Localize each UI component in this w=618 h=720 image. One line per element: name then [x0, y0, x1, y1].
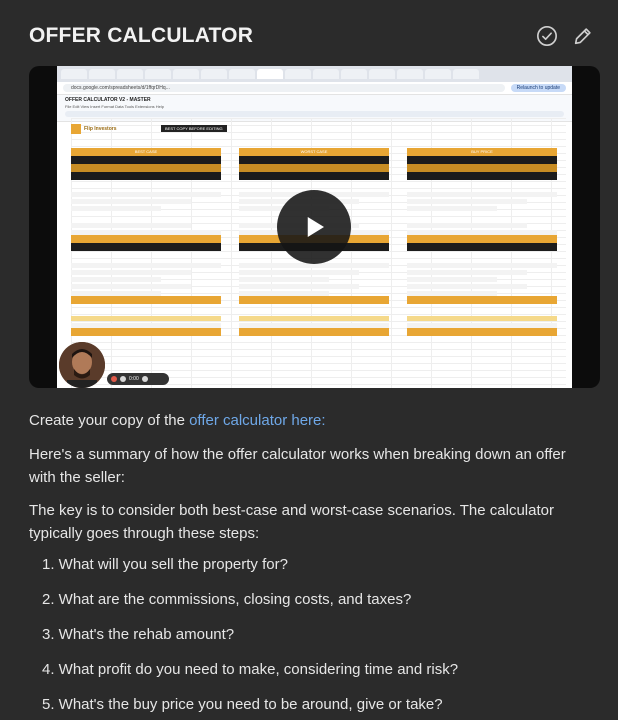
pencil-icon[interactable]: [570, 23, 596, 49]
doc-menus: File Edit View Insert Format Data Tools …: [65, 104, 165, 109]
copy-prefix: Create your copy of the: [29, 412, 190, 429]
column-title: BUY PRICE: [407, 148, 557, 156]
summary-paragraph: Here's a summary of how the offer calcul…: [29, 446, 566, 486]
browser-address-bar: docs.google.com/spreadsheets/d/1ffqrDHq.…: [57, 82, 572, 95]
column-title: WORST CASE: [239, 148, 389, 156]
pause-icon[interactable]: [120, 376, 126, 382]
doc-toolbar: [65, 111, 564, 117]
sheet-column-buy: BUY PRICE: [407, 148, 557, 388]
recording-time: 0:00: [129, 376, 139, 382]
logo-text: Flip Investors: [84, 126, 117, 132]
list-item: 3. What's the rehab amount?: [42, 626, 235, 643]
more-icon[interactable]: [141, 376, 148, 382]
presenter-avatar: [59, 342, 105, 388]
page-header: OFFER CALCULATOR: [29, 20, 596, 52]
check-circle-icon[interactable]: [534, 23, 560, 49]
list-item: 5. What's the buy price you need to be a…: [42, 696, 443, 713]
list-item: 2. What are the commissions, closing cos…: [42, 591, 412, 608]
relaunch-pill: Relaunch to update: [510, 84, 566, 92]
copy-paragraph: Create your copy of the offer calculator…: [29, 409, 326, 432]
column-title: BEST CASE: [71, 148, 221, 156]
play-button[interactable]: [277, 190, 351, 264]
doc-name: OFFER CALCULATOR V2 - MASTER: [65, 97, 151, 103]
video-player[interactable]: docs.google.com/spreadsheets/d/1ffqrDHq.…: [29, 66, 600, 388]
offer-calculator-link[interactable]: offer calculator here:: [189, 412, 325, 429]
sheet-title: BEST COPY BEFORE EDITING: [161, 125, 227, 132]
record-icon[interactable]: [111, 376, 117, 382]
page-title: OFFER CALCULATOR: [29, 24, 254, 47]
sheet-column-worst: WORST CASE: [239, 148, 389, 388]
logo-mark: [71, 124, 81, 134]
key-paragraph: The key is to consider both best-case an…: [29, 502, 554, 542]
sheet-logo: Flip Investors: [71, 124, 117, 134]
play-icon: [307, 217, 324, 237]
browser-tabstrip: [57, 66, 572, 82]
browser-url: docs.google.com/spreadsheets/d/1ffqrDHq.…: [63, 84, 505, 92]
list-item: 1. What will you sell the property for?: [42, 556, 288, 573]
recorder-controls[interactable]: 0:00: [107, 373, 169, 385]
list-item: 4. What profit do you need to make, cons…: [42, 661, 459, 678]
